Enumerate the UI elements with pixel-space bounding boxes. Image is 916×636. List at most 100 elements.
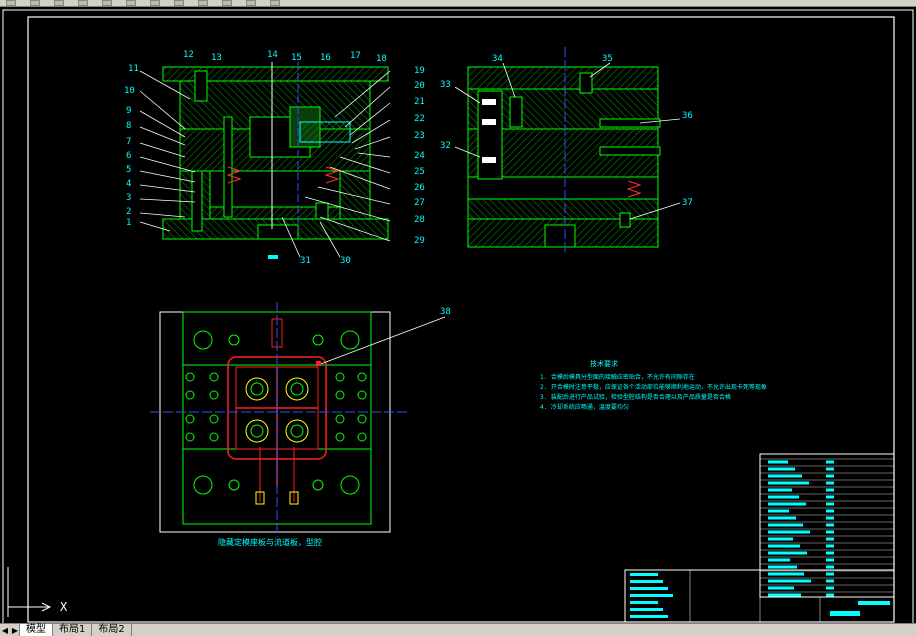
right-section-view[interactable] (467, 47, 661, 252)
bom-cell-text (826, 481, 834, 485)
toolbar-button[interactable] (198, 0, 208, 6)
title-block-text (630, 587, 668, 590)
bom-cell-text (826, 488, 834, 492)
part-number: 28 (414, 215, 425, 225)
plan-view-caption: 隐藏定模座板与流道板，型腔 (218, 537, 322, 547)
part-number: 16 (320, 53, 331, 63)
bom-cell-text (826, 544, 834, 548)
tech-note-item: 4. 冷却系统应畅通，温度要均匀 (540, 403, 629, 411)
part-number: 30 (340, 256, 351, 266)
part-number: 24 (414, 151, 425, 161)
tab-model[interactable]: 模型 (19, 623, 53, 636)
title-block-text (630, 580, 663, 583)
bom-cell-text (826, 551, 834, 555)
tech-note-item: 1. 合模后模具分型面的接触应密贴合，不允许有间隙存在 (540, 373, 695, 381)
part-number: 38 (440, 307, 451, 317)
part-number: 26 (414, 183, 425, 193)
part-number: 29 (414, 236, 425, 246)
bom-cell-text (768, 509, 789, 513)
toolbar-button[interactable] (54, 0, 64, 6)
part-number: 25 (414, 167, 425, 177)
technical-requirements: 技术要求 1. 合模后模具分型面的接触应密贴合，不允许有间隙存在 2. 开合模时… (540, 359, 767, 411)
part-number: 15 (291, 53, 302, 63)
title-block-text (630, 615, 668, 618)
bom-cell-text (768, 523, 803, 527)
part-number: 7 (126, 137, 131, 147)
part-number: 36 (682, 111, 693, 121)
part-number: 12 (183, 50, 194, 60)
bom-cell-text (768, 474, 802, 478)
title-block-text (630, 601, 658, 604)
bom-cell-text (768, 544, 800, 548)
bom-cell-text (826, 495, 834, 499)
toolbar (0, 0, 916, 7)
bom-cell-text (826, 502, 834, 506)
layout-tabs: ◀ ▶ 模型 布局1 布局2 (0, 623, 916, 636)
toolbar-button[interactable] (222, 0, 232, 6)
ucs-x-label: X (60, 600, 68, 614)
plan-view[interactable] (150, 302, 446, 537)
bom-cell-text (768, 565, 797, 569)
bom-cell-text (768, 481, 809, 485)
toolbar-button[interactable] (78, 0, 88, 6)
tab-layout-2[interactable]: 布局2 (91, 623, 132, 636)
bom-cell-text (768, 586, 794, 590)
bom-cell-text (768, 537, 793, 541)
title-block-text (630, 608, 663, 611)
sheet-inner-border (27, 16, 895, 623)
part-number: 3 (126, 193, 131, 203)
toolbar-button[interactable] (270, 0, 280, 6)
part-number: 31 (300, 256, 311, 266)
toolbar-button[interactable] (246, 0, 256, 6)
bom-cell-text (826, 474, 834, 478)
left-section-view[interactable] (162, 62, 389, 259)
part-number: 34 (492, 54, 503, 64)
bom-cell-text (768, 488, 792, 492)
bom-cell-text (826, 516, 834, 520)
bom-cell-text (768, 530, 810, 534)
tab-layout-1[interactable]: 布局1 (52, 623, 93, 636)
bom-cell-text (826, 509, 834, 513)
bom-cell-text (768, 516, 796, 520)
part-number: 2 (126, 207, 131, 217)
toolbar-button[interactable] (102, 0, 112, 6)
toolbar-button[interactable] (30, 0, 40, 6)
bom-cell-text (768, 593, 801, 597)
bom-cell-text (768, 551, 807, 555)
part-number: 20 (414, 81, 425, 91)
bom-cell-text (768, 579, 811, 583)
toolbar-button[interactable] (126, 0, 136, 6)
bom-cell-text (826, 565, 834, 569)
part-number: 14 (267, 50, 278, 60)
bom-cell-text (768, 460, 788, 464)
bom-cell-text (826, 593, 834, 597)
tech-notes-title: 技术要求 (590, 359, 618, 368)
part-number: 6 (126, 151, 131, 161)
bom-cell-text (826, 586, 834, 590)
part-number: 21 (414, 97, 425, 107)
part-number: 19 (414, 66, 425, 76)
part-number: 27 (414, 198, 425, 208)
part-number: 35 (602, 54, 613, 64)
tab-nav-first-icon[interactable]: ◀ (0, 625, 10, 636)
part-number: 9 (126, 106, 131, 116)
title-block-text (630, 573, 658, 576)
bom-cell-text (826, 467, 834, 471)
bom-cell-text (826, 572, 834, 576)
part-number: 11 (128, 64, 139, 74)
tech-note-item: 2. 开合模时注意平稳，应保证各个活动部位能够顺利地运动，不允许出现卡死等现象 (540, 383, 767, 391)
toolbar-button[interactable] (6, 0, 16, 6)
drawing-canvas[interactable]: 11 12 13 14 15 16 17 18 19 20 10 9 8 7 6… (0, 7, 916, 623)
part-number: 23 (414, 131, 425, 141)
title-block-text (630, 594, 673, 597)
ucs-icon (7, 567, 52, 617)
toolbar-button[interactable] (150, 0, 160, 6)
bom-cell-text (768, 467, 795, 471)
bom-cell-text (768, 572, 804, 576)
bom-cell-text (826, 537, 834, 541)
bom-cell-text (826, 558, 834, 562)
part-number: 4 (126, 179, 131, 189)
part-number: 17 (350, 51, 361, 61)
part-number: 37 (682, 198, 693, 208)
toolbar-button[interactable] (174, 0, 184, 6)
